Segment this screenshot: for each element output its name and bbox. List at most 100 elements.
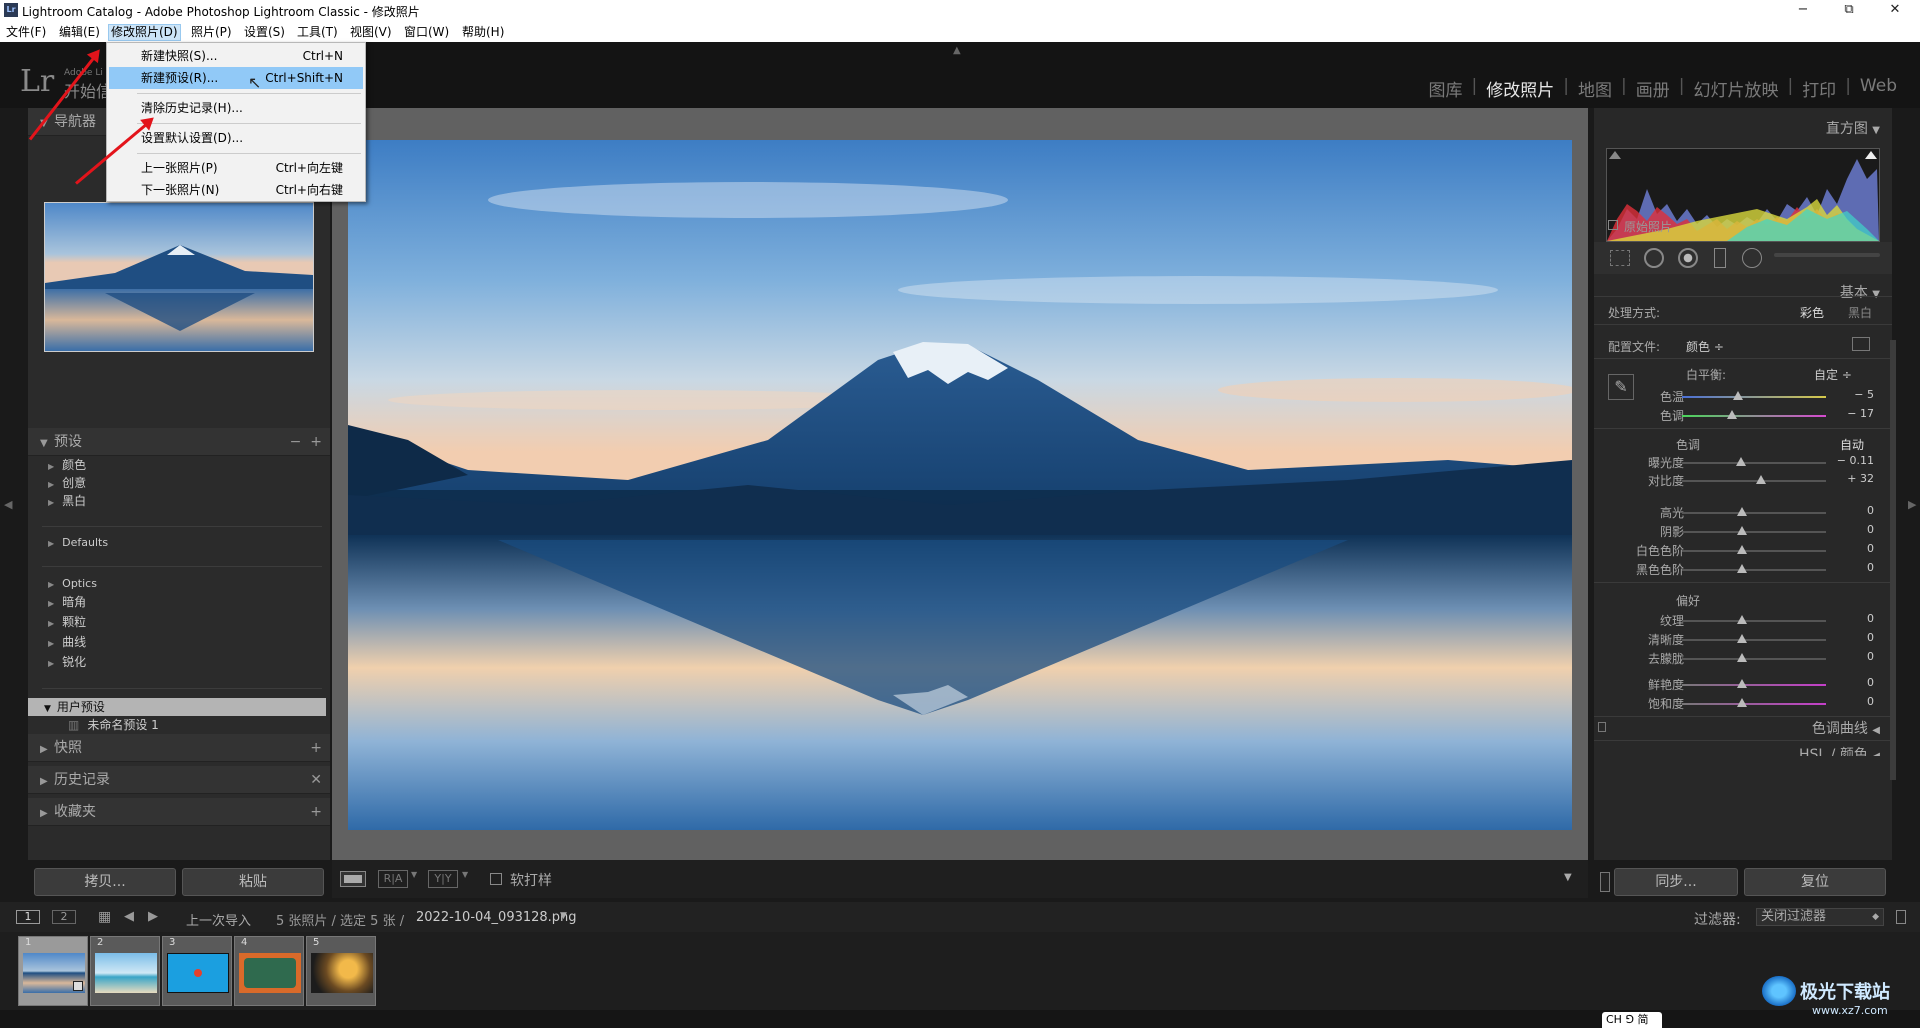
paste-settings-button[interactable]: 粘贴 [182, 868, 324, 896]
minimize-button[interactable]: − [1780, 0, 1826, 22]
slider-value[interactable]: − 5 [1854, 388, 1874, 401]
module-library[interactable]: 图库 [1420, 76, 1472, 101]
contrast-slider[interactable]: 对比度 + 32 [1594, 472, 1892, 490]
maximize-button[interactable]: ⧉ [1826, 0, 1872, 22]
filmstrip-filename[interactable]: 2022-10-04_093128.png [416, 910, 577, 925]
radial-filter-icon[interactable] [1742, 248, 1762, 268]
blacks-slider[interactable]: 黑色色阶 0 [1594, 561, 1892, 579]
crop-tool-icon[interactable] [1610, 250, 1630, 266]
slider-value[interactable]: 0 [1867, 631, 1874, 644]
preset-group-defaults[interactable]: ▶ Defaults [48, 534, 108, 552]
chevron-down-icon[interactable]: ▼ [462, 870, 468, 879]
filter-lock-icon[interactable] [1896, 910, 1906, 924]
menu-item-set-default[interactable]: 设置默认设置(D)... [109, 127, 363, 149]
filmstrip-thumb[interactable]: 1 [18, 936, 88, 1006]
collections-header[interactable]: ▶ 收藏夹 + [28, 798, 330, 826]
slider-value[interactable]: 0 [1867, 504, 1874, 517]
slider-knob[interactable] [1737, 653, 1748, 662]
slider-knob[interactable] [1737, 545, 1748, 554]
preset-group-vignette[interactable]: ▶ 暗角 [48, 593, 86, 611]
exposure-slider[interactable]: 曝光度 − 0.11 [1594, 454, 1892, 472]
right-panel-toggle-icon[interactable]: ▶ [1908, 498, 1916, 511]
menu-help[interactable]: 帮助(H) [460, 24, 506, 41]
left-panel-toggle-icon[interactable]: ◀ [4, 498, 12, 511]
module-print[interactable]: 打印 [1793, 76, 1845, 101]
profile-browser-icon[interactable] [1852, 337, 1870, 351]
original-photo-checkbox[interactable] [1608, 220, 1618, 230]
adjustment-brush-icon[interactable] [1774, 253, 1880, 257]
preset-remove-plus-icons[interactable]: − + [290, 428, 322, 456]
slider-knob[interactable] [1737, 615, 1748, 624]
slider-value[interactable]: − 17 [1847, 407, 1874, 420]
filter-select[interactable]: 关闭过滤器 ◆ [1756, 908, 1884, 926]
profile-select[interactable]: 颜色 ÷ [1686, 338, 1724, 355]
module-map[interactable]: 地图 [1569, 76, 1621, 101]
tint-slider[interactable]: 色调 − 17 [1594, 407, 1892, 425]
clear-history-icon[interactable]: ✕ [310, 766, 322, 794]
menu-photo[interactable]: 照片(P) [189, 24, 234, 41]
top-panel-toggle-icon[interactable]: ▲ [953, 45, 961, 56]
remove-preset-icon[interactable]: − [290, 434, 302, 450]
before-after-lr-button[interactable]: R|A [378, 870, 408, 888]
filmstrip-thumb[interactable]: 4 [234, 936, 304, 1006]
slider-value[interactable]: − 0.11 [1837, 454, 1874, 467]
basic-panel-header[interactable]: 基本 ▼ [1840, 282, 1880, 302]
menu-item-previous-photo[interactable]: 上一张照片(P) Ctrl+向左键 [109, 157, 363, 179]
texture-slider[interactable]: 纹理 0 [1594, 612, 1892, 630]
window-1-button[interactable]: 1 [16, 910, 40, 924]
graduated-filter-icon[interactable] [1714, 248, 1726, 268]
ime-indicator[interactable]: CH ⅁ 简 [1602, 1012, 1662, 1028]
shadows-slider[interactable]: 阴影 0 [1594, 523, 1892, 541]
red-eye-icon[interactable] [1678, 248, 1698, 268]
slider-knob[interactable] [1737, 679, 1748, 688]
temp-slider[interactable]: 色温 − 5 [1594, 388, 1892, 406]
slider-value[interactable]: 0 [1867, 542, 1874, 555]
chevron-down-icon[interactable]: ▼ [411, 870, 417, 879]
tone-curve-header[interactable]: 色调曲线 ◀ [1812, 718, 1880, 738]
before-after-tb-button[interactable]: Y|Y [428, 870, 458, 888]
whites-slider[interactable]: 白色色阶 0 [1594, 542, 1892, 560]
preset-group-creative[interactable]: ▶ 创意 [48, 474, 86, 492]
module-book[interactable]: 画册 [1627, 76, 1679, 101]
sync-toggle-switch[interactable] [1600, 872, 1610, 892]
presets-header[interactable]: ▼ 预设 − + [28, 428, 330, 456]
spot-removal-icon[interactable] [1644, 248, 1664, 268]
clarity-slider[interactable]: 清晰度 0 [1594, 631, 1892, 649]
slider-value[interactable]: 0 [1867, 676, 1874, 689]
softproof-checkbox[interactable] [490, 873, 502, 885]
menu-develop[interactable]: 修改照片(D) [108, 24, 181, 41]
sync-button[interactable]: 同步... [1614, 868, 1738, 896]
menu-file[interactable]: 文件(F) [4, 24, 48, 41]
filmstrip-thumb[interactable]: 3 [162, 936, 232, 1006]
slider-knob[interactable] [1737, 698, 1748, 707]
snapshots-header[interactable]: ▶ 快照 + [28, 734, 330, 762]
user-presets-group[interactable]: ▼ 用户预设 [28, 698, 326, 716]
menu-settings[interactable]: 设置(S) [242, 24, 287, 41]
slider-knob[interactable] [1727, 410, 1738, 419]
preset-group-curve[interactable]: ▶ 曲线 [48, 633, 86, 651]
navigator-preview[interactable] [44, 202, 314, 352]
tone-auto-button[interactable]: 自动 [1840, 436, 1864, 453]
add-snapshot-icon[interactable]: + [310, 734, 322, 762]
white-balance-select[interactable]: 自定 ÷ [1814, 366, 1852, 383]
forward-arrow-icon[interactable]: ▶ [148, 909, 158, 924]
filmstrip-thumb[interactable]: 2 [90, 936, 160, 1006]
menu-tools[interactable]: 工具(T) [295, 24, 340, 41]
reset-button[interactable]: 复位 [1744, 868, 1886, 896]
add-preset-icon[interactable]: + [310, 434, 322, 450]
preset-group-sharpen[interactable]: ▶ 锐化 [48, 653, 86, 671]
preset-group-optics[interactable]: ▶ Optics [48, 575, 97, 593]
slider-value[interactable]: 0 [1867, 523, 1874, 536]
user-preset-item[interactable]: ▥ 未命名预设 1 [68, 716, 159, 734]
saturation-slider[interactable]: 饱和度 0 [1594, 695, 1892, 713]
filmstrip-source[interactable]: 上一次导入 [186, 910, 251, 929]
module-web[interactable]: Web [1851, 76, 1906, 101]
window-2-button[interactable]: 2 [52, 910, 76, 924]
slider-value[interactable]: 0 [1867, 695, 1874, 708]
slider-value[interactable]: 0 [1867, 650, 1874, 663]
slider-knob[interactable] [1736, 457, 1747, 466]
filmstrip-thumb[interactable]: 5 [306, 936, 376, 1006]
grid-view-icon[interactable]: ▦ [98, 909, 111, 925]
slider-knob[interactable] [1737, 507, 1748, 516]
back-arrow-icon[interactable]: ◀ [124, 909, 134, 924]
